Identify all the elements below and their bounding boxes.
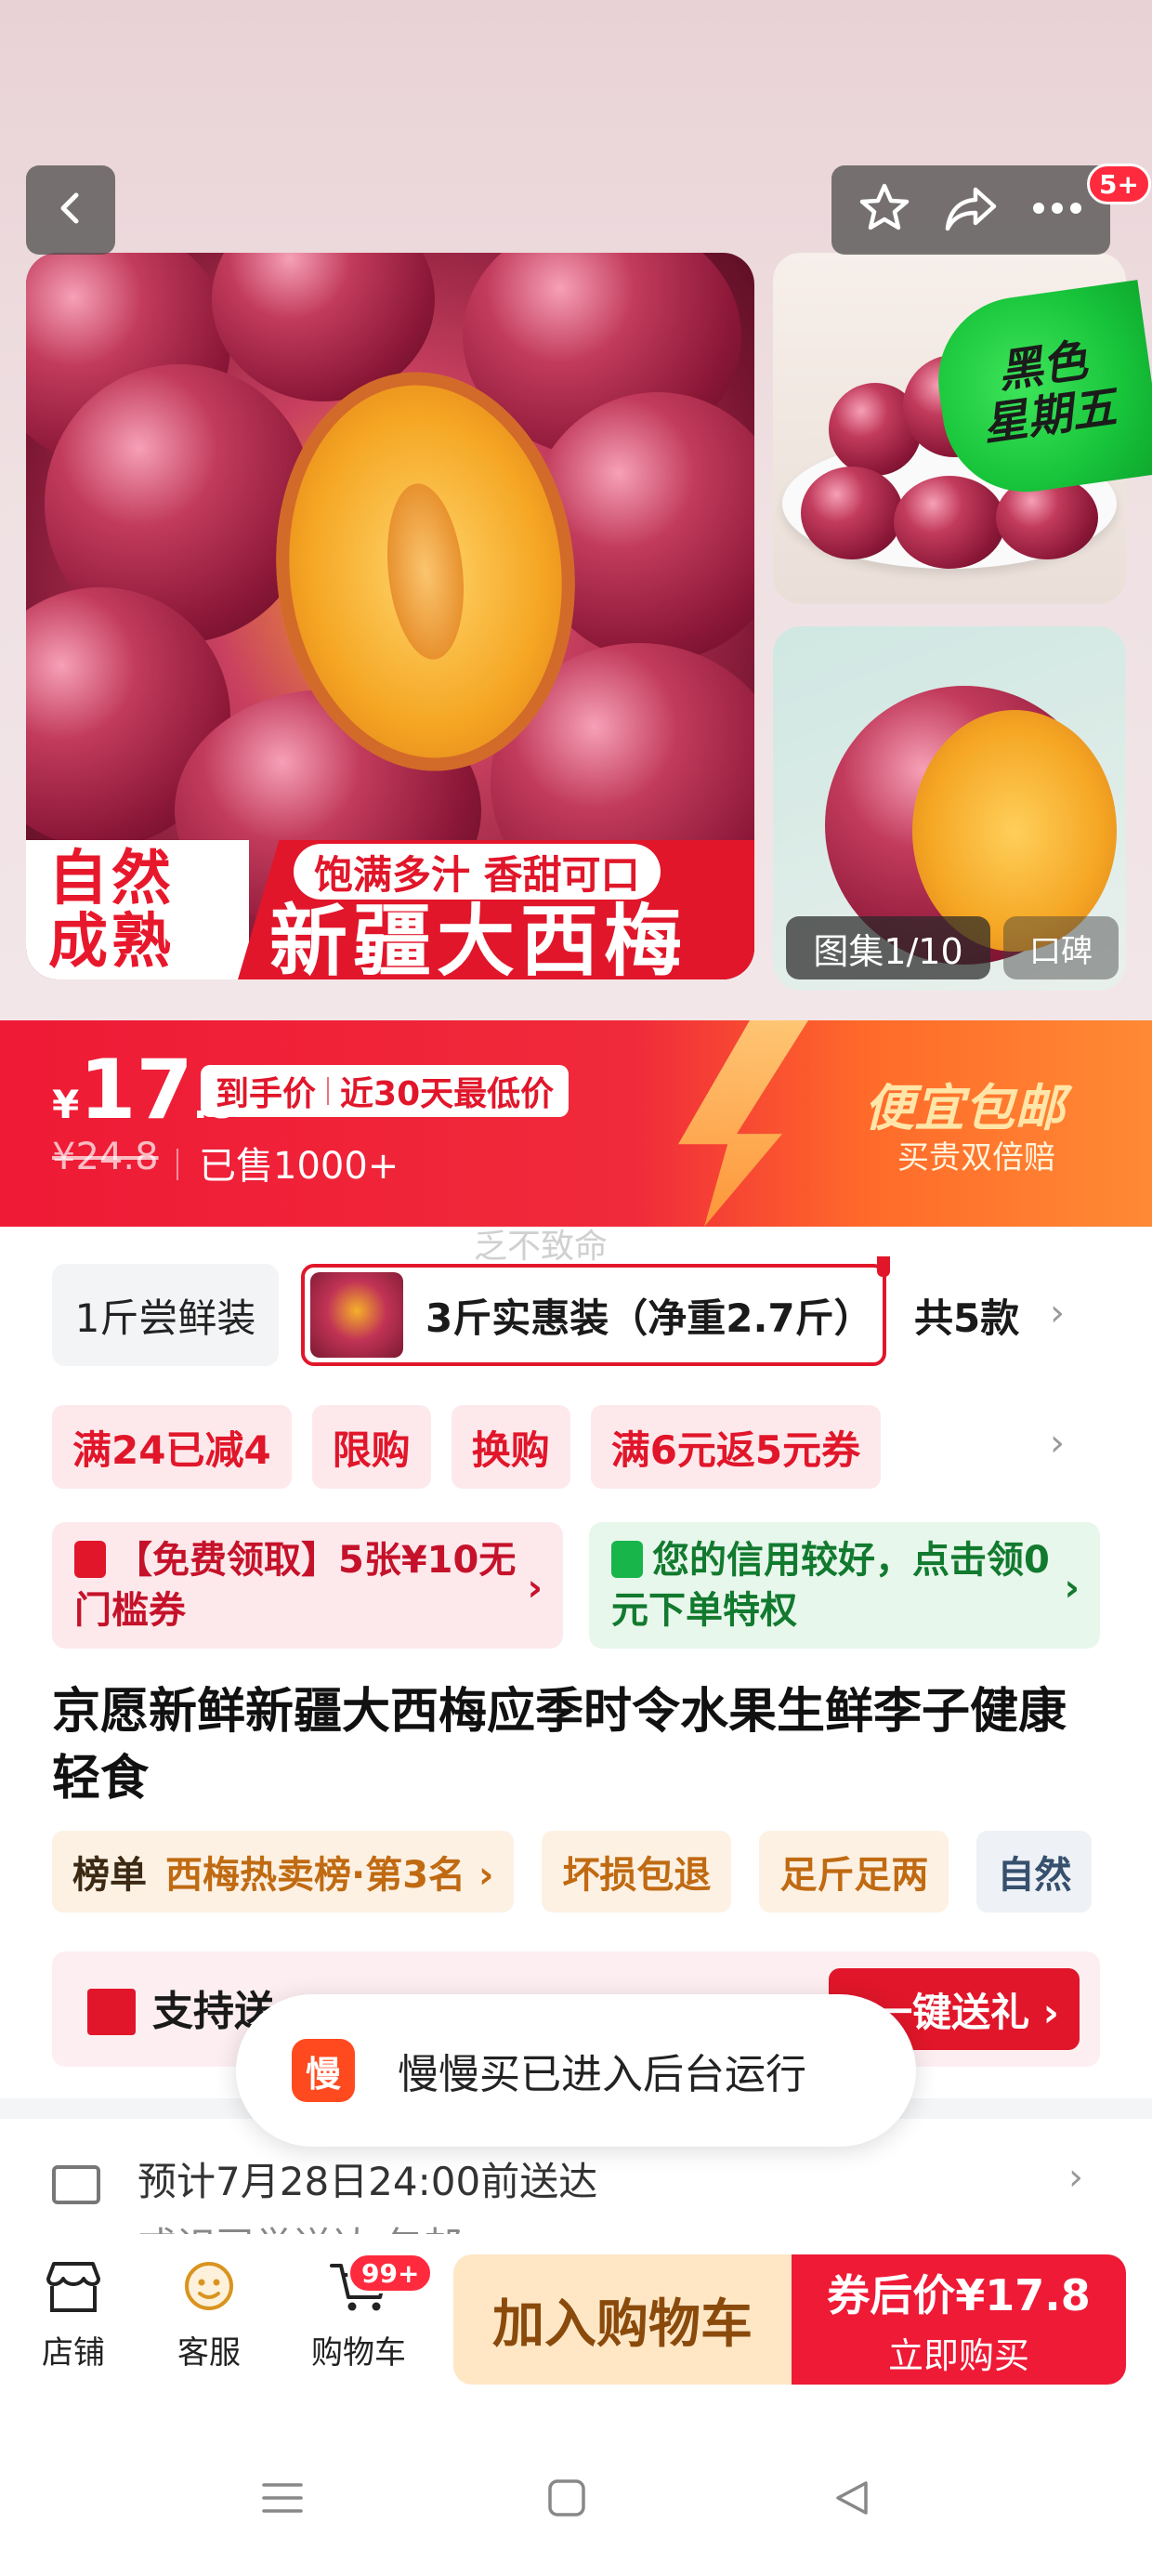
lightning-decoration <box>678 1020 808 1227</box>
gift-icon <box>87 1989 136 2035</box>
variant-option[interactable]: 1斤尝鲜装 <box>52 1264 279 1366</box>
price-tag-part1: 到手价 <box>216 1075 317 1113</box>
currency-symbol: ¥ <box>52 1082 80 1127</box>
truck-icon <box>52 2165 100 2204</box>
system-navigation-bar <box>0 2420 1152 2576</box>
background-toast: 慢 慢慢买已进入后台运行 <box>236 1994 916 2147</box>
promotion-chip[interactable]: 换购 <box>451 1405 570 1489</box>
menu-button[interactable] <box>255 2472 310 2528</box>
plum-shape <box>801 467 903 559</box>
coupon-text: 【免费领取】5张¥10无门槛券 <box>74 1539 517 1632</box>
credit-text: 您的信用较好，点击领0元下单特权 <box>611 1539 1050 1632</box>
toast-message: 慢慢买已进入后台运行 <box>398 2051 806 2098</box>
price-guarantee: 买贵双倍赔 <box>897 1139 1055 1176</box>
buy-now-button[interactable]: 券后价¥17.8 立即购买 <box>792 2254 1126 2385</box>
bottom-action-bar: 店铺 客服 购物车 99+ 加入购物车 券后价¥17.8 立即购买 <box>0 2234 1152 2420</box>
lowest-price-tag: 到手价 近30天最低价 <box>201 1065 569 1117</box>
share-icon <box>942 180 1000 240</box>
delivery-estimate: 预计7月28日24:00前送达 <box>137 2159 598 2204</box>
main-product-image[interactable]: 自然 成熟 饱满多汁 香甜可口 新疆大西梅 <box>26 253 754 979</box>
banner-left-text: 自然 成熟 <box>48 845 175 977</box>
price-integer: 17 <box>79 1042 193 1137</box>
coupon-icon <box>74 1541 106 1578</box>
plum-shape <box>894 476 1005 569</box>
more-button[interactable] <box>1020 173 1094 247</box>
bag-icon <box>611 1541 643 1578</box>
cart-label: 购物车 <box>311 2334 406 2372</box>
banner-tag: 饱满多汁 香甜可口 <box>294 844 661 900</box>
store-button[interactable]: 店铺 <box>22 2256 124 2372</box>
message-badge: 5+ <box>1087 164 1151 204</box>
divider <box>177 1149 178 1180</box>
promotion-chip[interactable]: 满6元返5元券 <box>590 1405 882 1489</box>
chevron-right-icon[interactable]: › <box>1050 1292 1065 1334</box>
credit-privilege-card[interactable]: 您的信用较好，点击领0元下单特权 › <box>589 1522 1100 1649</box>
variant-thumbnail <box>310 1272 403 1358</box>
chevron-right-icon[interactable]: › <box>1050 1422 1065 1465</box>
chevron-right-icon: › <box>1068 2156 1083 2199</box>
add-to-cart-button[interactable]: 加入购物车 <box>453 2254 792 2385</box>
banner-title: 新疆大西梅 <box>269 896 688 979</box>
price-banner: ¥ 17 .8 到手价 近30天最低价 ¥24.8 已售1000+ 便宜包邮 买… <box>0 1020 1152 1227</box>
variant-count[interactable]: 共5款 <box>914 1264 1019 1366</box>
service-tag[interactable]: 足斤足两 <box>759 1831 949 1912</box>
store-icon <box>38 2256 109 2318</box>
chevron-right-icon: › <box>527 1567 543 1610</box>
product-title: 京愿新鲜新疆大西梅应季时令水果生鲜李子健康轻食 <box>52 1684 1067 1807</box>
image-banner: 自然 成熟 饱满多汁 香甜可口 新疆大西梅 <box>26 840 754 979</box>
variant-selector: 1斤尝鲜装 3斤实惠装（净重2.7斤） 共5款 › <box>0 1256 1152 1375</box>
menu-icon <box>261 2479 304 2520</box>
variant-label: 3斤实惠装（净重2.7斤） <box>425 1295 873 1341</box>
product-gallery[interactable]: 自然 成熟 饱满多汁 香甜可口 新疆大西梅 黑色 星期五 图集1/10 口碑 5… <box>0 0 1152 1022</box>
service-tags: 榜单 西梅热卖榜·第3名 › 坏损包退 足斤足两 自然 <box>52 1831 1093 1912</box>
promotion-chips: 满24已减4 限购 换购 满6元返5元券 <box>52 1405 882 1489</box>
chevron-right-icon: › <box>1064 1567 1080 1610</box>
coupon-price-label: 券后价¥17.8 <box>827 2269 1091 2320</box>
home-button[interactable] <box>539 2472 595 2528</box>
home-icon <box>546 2477 587 2522</box>
watermark-text: 乏不致命 <box>474 1228 609 1266</box>
buy-now-label: 立即购买 <box>887 2334 1029 2376</box>
service-tag[interactable]: 坏损包退 <box>542 1831 732 1912</box>
gallery-reviews-tab[interactable]: 口碑 <box>1003 916 1119 979</box>
free-coupon-card[interactable]: 【免费领取】5张¥10无门槛券 › <box>52 1522 563 1649</box>
price-tag-part2: 近30天最低价 <box>340 1075 555 1113</box>
share-button[interactable] <box>934 173 1008 247</box>
customer-service-label: 客服 <box>177 2334 241 2372</box>
app-icon: 慢 <box>292 2039 355 2102</box>
banner-left: 自然 成熟 <box>26 840 249 979</box>
plum-cut-shape <box>912 710 1117 952</box>
more-icon <box>1029 199 1085 221</box>
top-action-group <box>831 165 1110 255</box>
back-triangle-icon <box>831 2477 871 2522</box>
cart-badge: 99+ <box>347 2253 434 2293</box>
original-price: ¥24.8 <box>52 1136 159 1178</box>
free-shipping-title: 便宜包邮 <box>864 1079 1065 1137</box>
rank-label: 榜单 <box>72 1854 147 1897</box>
back-icon <box>52 190 89 230</box>
ranking-tag[interactable]: 榜单 西梅热卖榜·第3名 › <box>52 1831 515 1912</box>
back-button[interactable] <box>26 165 115 255</box>
gallery-counter[interactable]: 图集1/10 <box>786 916 990 979</box>
system-back-button[interactable] <box>823 2472 879 2528</box>
selected-flag-icon <box>877 1256 890 1277</box>
rank-value: 西梅热卖榜·第3名 › <box>165 1854 494 1897</box>
divider <box>327 1077 330 1105</box>
variant-option-selected[interactable]: 3斤实惠装（净重2.7斤） <box>301 1256 890 1366</box>
favorite-button[interactable] <box>847 173 922 247</box>
customer-service-icon <box>174 2256 244 2318</box>
service-tag[interactable]: 自然 <box>976 1831 1093 1912</box>
promotion-chip[interactable]: 限购 <box>311 1405 431 1489</box>
promotion-chip[interactable]: 满24已减4 <box>52 1405 292 1489</box>
star-icon <box>857 180 912 240</box>
sold-count: 已售1000+ <box>199 1145 399 1188</box>
customer-service-button[interactable]: 客服 <box>158 2256 260 2372</box>
store-label: 店铺 <box>42 2334 105 2372</box>
